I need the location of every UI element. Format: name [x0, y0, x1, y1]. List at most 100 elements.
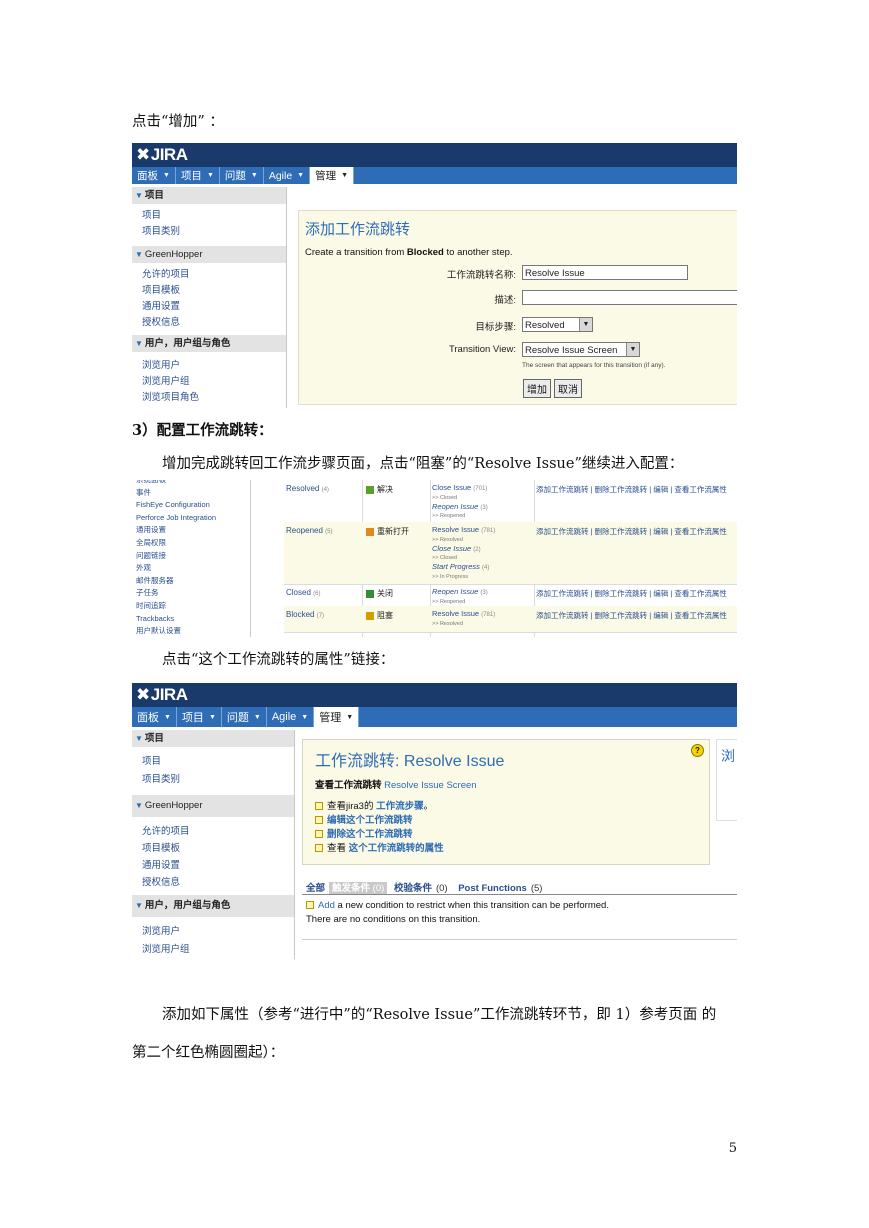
sidebar-item-project-categories[interactable]: 项目类别: [132, 224, 286, 240]
collapse-icon: ▼: [135, 191, 143, 200]
chevron-down-icon: ▼: [250, 172, 258, 179]
step-name-link[interactable]: Reopened (5): [286, 526, 333, 535]
sidebar-item-projects[interactable]: 项目: [132, 208, 286, 224]
sidebar-item-users[interactable]: 浏览用户: [132, 923, 294, 941]
nav-admin[interactable]: 管理 ▼: [314, 707, 360, 727]
collapse-icon: ▼: [135, 339, 143, 348]
nav-dashboards[interactable]: 面板 ▼: [132, 167, 176, 184]
sidebar-item-general-settings[interactable]: 通用设置: [132, 299, 286, 315]
sidebar-item-roles[interactable]: 浏览项目角色: [132, 390, 286, 406]
nav-admin[interactable]: 管理 ▼: [310, 167, 355, 184]
transition-link[interactable]: Close Issue (701): [432, 483, 487, 492]
sidebar-item-projects[interactable]: 项目: [132, 753, 294, 771]
description-input[interactable]: [522, 290, 737, 305]
nav-agile[interactable]: Agile ▼: [267, 707, 315, 727]
nav-projects[interactable]: 项目 ▼: [176, 167, 220, 184]
sidebar-item-project-templates[interactable]: 项目模板: [132, 840, 294, 857]
transition-view-label: Transition View:: [448, 344, 516, 355]
tab-all[interactable]: 全部: [306, 883, 325, 894]
sidebar-item-license[interactable]: 授权信息: [132, 874, 294, 891]
help-icon[interactable]: ?: [691, 744, 704, 757]
jira-header: ✖JIRA: [132, 683, 737, 707]
chevron-down-icon: ▼: [164, 713, 171, 721]
instruction-add-properties-line2: 第二个红色椭圆圈起）：: [132, 1045, 285, 1061]
sidebar-section-greenhopper[interactable]: ▼ GreenHopper: [132, 795, 294, 817]
sidebar-item[interactable]: 用户默认设置: [132, 625, 250, 637]
transition-link[interactable]: Close Issue (2): [432, 544, 481, 553]
conditions-tabs: 全部 触发条件 (0) 校验条件 (0) Post Functions (5): [306, 882, 543, 895]
transition-view-link[interactable]: Resolve Issue Screen: [384, 780, 476, 791]
transition-view-hint: The screen that appears for this transit…: [522, 362, 666, 369]
sidebar-item-allowed-projects[interactable]: 允许的项目: [132, 823, 294, 840]
step-actions[interactable]: 添加工作流跳转 | 删除工作流跳转 | 编辑 | 查看工作流属性: [536, 610, 727, 621]
tab-post-functions[interactable]: Post Functions: [458, 883, 527, 894]
target-step-select[interactable]: Resolved ▼: [522, 317, 593, 332]
sidebar-item[interactable]: 子任务: [132, 587, 250, 600]
action-link[interactable]: 工作流步骤: [376, 801, 424, 812]
add-condition-link[interactable]: Add: [318, 900, 335, 911]
sidebar-section-projects[interactable]: ▼ 项目: [132, 730, 294, 747]
sidebar-section-users[interactable]: ▼ 用户，用户组与角色: [132, 335, 286, 352]
bullet-icon: [306, 901, 314, 910]
table-row: Reopened (5) 重新打开 Resolve Issue (781) >> Re…: [284, 522, 737, 585]
sidebar-item[interactable]: 外观: [132, 562, 250, 575]
cancel-button[interactable]: 取消: [554, 379, 582, 398]
nav-issues[interactable]: 问题 ▼: [220, 167, 264, 184]
transition-name-input[interactable]: Resolve Issue: [522, 265, 688, 280]
step-name-link[interactable]: Blocked (7): [286, 610, 324, 619]
transition-link[interactable]: Reopen Issue (3): [432, 587, 488, 596]
sidebar-section-greenhopper[interactable]: ▼ GreenHopper: [132, 246, 286, 263]
tab-validators[interactable]: 校验条件: [394, 883, 432, 894]
no-conditions-text: There are no conditions on this transiti…: [306, 914, 481, 925]
destination-step: >> Reopened: [432, 513, 466, 519]
instruction-view-properties: 点击“这个工作流跳转的属性”链接：: [162, 652, 395, 668]
step-actions[interactable]: 添加工作流跳转 | 删除工作流跳转 | 编辑 | 查看工作流属性: [536, 526, 727, 537]
sidebar-item-users[interactable]: 浏览用户: [132, 358, 286, 374]
action-link[interactable]: 这个工作流跳转的属性: [349, 843, 444, 854]
step-actions[interactable]: 添加工作流跳转 | 删除工作流跳转 | 编辑 | 查看工作流属性: [536, 484, 727, 495]
sidebar-item-license[interactable]: 授权信息: [132, 315, 286, 331]
nav-issues[interactable]: 问题 ▼: [222, 707, 267, 727]
jira-logo[interactable]: ✖JIRA: [136, 145, 188, 165]
add-button[interactable]: 增加: [523, 379, 551, 398]
transition-link[interactable]: Reopen Issue (3): [432, 502, 488, 511]
sidebar-item[interactable]: 时间追踪: [132, 600, 250, 613]
sidebar-item[interactable]: 问题链接: [132, 550, 250, 563]
step-name-link[interactable]: Resolved (4): [286, 484, 329, 493]
sidebar-item-allowed-projects[interactable]: 允许的项目: [132, 267, 286, 283]
sidebar-item[interactable]: 邮件服务器: [132, 575, 250, 588]
collapse-icon: ▼: [135, 250, 143, 259]
action-list-item: 删除这个工作流跳转: [315, 828, 444, 842]
transition-link[interactable]: Resolve Issue (781): [432, 525, 495, 534]
sidebar-item-project-categories[interactable]: 项目类别: [132, 771, 294, 789]
sidebar-item[interactable]: Trackbacks: [132, 613, 250, 626]
step-status: 解决: [366, 484, 393, 495]
transition-link[interactable]: Resolve Issue (781): [432, 609, 495, 618]
add-transition-form: 添加工作流跳转 Create a transition from Blocked…: [298, 210, 737, 405]
chevron-down-icon: ▼: [206, 172, 214, 179]
sidebar-item-groups[interactable]: 浏览用户组: [132, 374, 286, 390]
step-name-link[interactable]: Closed (6): [286, 588, 320, 597]
action-link[interactable]: 编辑这个工作流跳转: [327, 815, 413, 826]
jira-logo[interactable]: ✖JIRA: [136, 685, 188, 705]
transition-link[interactable]: Start Progress (4): [432, 562, 489, 571]
sidebar-item-groups[interactable]: 浏览用户组: [132, 941, 294, 959]
sidebar-item-project-templates[interactable]: 项目模板: [132, 283, 286, 299]
bullet-icon: [315, 844, 323, 853]
sidebar-item[interactable]: 系统面板: [132, 480, 250, 487]
sidebar-item[interactable]: 事件: [132, 487, 250, 500]
sidebar-item[interactable]: 全局权限: [132, 537, 250, 550]
sidebar-item-general-settings[interactable]: 通用设置: [132, 857, 294, 874]
sidebar-item[interactable]: Perforce Job Integration: [132, 512, 250, 525]
nav-projects[interactable]: 项目 ▼: [177, 707, 222, 727]
page-number: 5: [728, 1141, 737, 1156]
action-link[interactable]: 删除这个工作流跳转: [327, 829, 413, 840]
sidebar-section-projects[interactable]: ▼ 项目: [132, 187, 286, 204]
step-actions[interactable]: 添加工作流跳转 | 删除工作流跳转 | 编辑 | 查看工作流属性: [536, 588, 727, 599]
nav-dashboards[interactable]: 面板 ▼: [132, 707, 177, 727]
transition-view-select[interactable]: Resolve Issue Screen ▼: [522, 342, 640, 357]
sidebar-item[interactable]: FishEye Configuration: [132, 499, 250, 512]
nav-agile[interactable]: Agile ▼: [264, 167, 311, 184]
sidebar-item[interactable]: 通用设置: [132, 524, 250, 537]
sidebar-section-users[interactable]: ▼ 用户，用户组与角色: [132, 895, 294, 917]
